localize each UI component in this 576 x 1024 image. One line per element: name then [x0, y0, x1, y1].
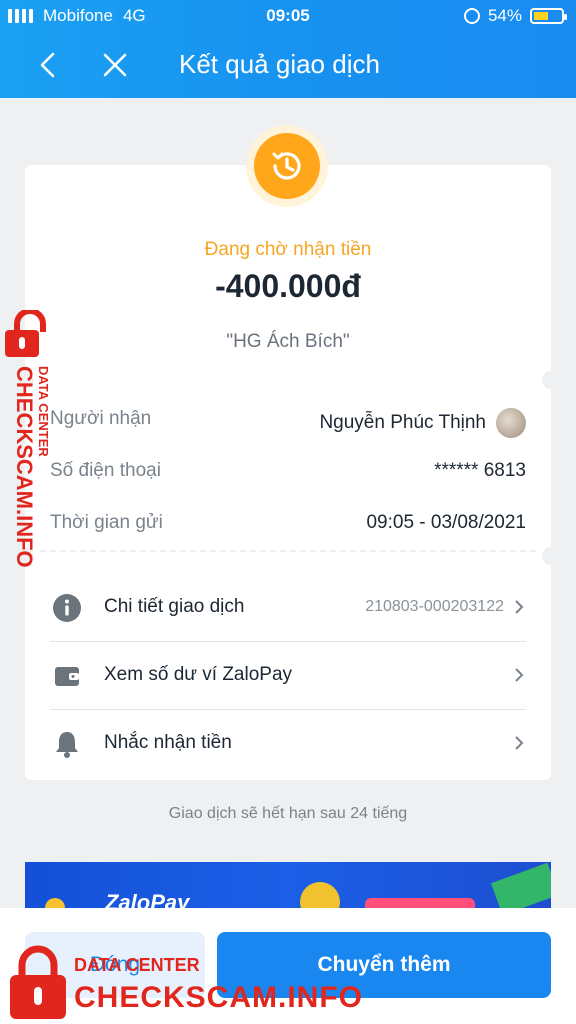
wallet-icon	[55, 667, 79, 686]
detail-label: Số điện thoại	[50, 460, 161, 481]
watermark-text: DATA CENTER	[74, 955, 200, 975]
detail-row-phone: Số điện thoại ****** 6813	[50, 460, 526, 490]
watermark-text: CHECKSCAM.INFO	[74, 981, 363, 1014]
page-title: Kết quả giao dịch	[179, 49, 380, 79]
cash-decoration	[490, 862, 551, 908]
menu-label: Xem số dư ví ZaloPay	[104, 664, 293, 685]
card-notch	[542, 547, 560, 565]
transaction-status: Đang chờ nhận tiền	[204, 239, 372, 260]
clock-history-icon	[254, 133, 320, 199]
promo-banner[interactable]: ZaloPay	[25, 862, 551, 908]
lock-icon	[5, 310, 46, 357]
menu-label: Chi tiết giao dịch	[104, 596, 245, 617]
app-header: Mobifone 4G 09:05 54% Kết quả giao dịch	[0, 0, 576, 98]
detail-value: Nguyễn Phúc Thịnh	[319, 412, 486, 433]
chevron-right-icon	[515, 668, 524, 682]
rotation-lock-icon	[463, 8, 480, 24]
dashed-divider	[40, 550, 536, 552]
chevron-right-icon	[515, 600, 524, 614]
menu-item-wallet-balance[interactable]: Xem số dư ví ZaloPay	[50, 642, 526, 708]
watermark-side: CHECKSCAM.INFO DATA CENTER	[3, 310, 65, 595]
watermark-text: DATA CENTER	[36, 366, 51, 457]
card-notch	[542, 371, 560, 389]
battery-percent: 54%	[487, 6, 522, 25]
bell-icon	[56, 732, 78, 758]
status-icon-ring	[246, 125, 328, 207]
transaction-id: 210803-000203122	[365, 598, 504, 615]
transaction-amount: -400.000đ	[215, 268, 361, 304]
info-icon	[53, 594, 81, 622]
status-bar: Mobifone 4G 09:05 54%	[0, 6, 576, 28]
detail-row-time: Thời gian gửi 09:05 - 03/08/2021	[50, 512, 526, 542]
phone-decoration	[365, 898, 475, 908]
coin-decoration	[45, 898, 65, 908]
chevron-right-icon	[515, 736, 524, 750]
watermark-text: CHECKSCAM.INFO	[12, 366, 37, 568]
detail-label: Người nhận	[50, 408, 152, 429]
menu-label: Nhắc nhận tiền	[104, 732, 232, 753]
avatar	[496, 408, 526, 438]
coin-decoration	[300, 882, 340, 908]
chevron-left-icon[interactable]	[36, 52, 60, 78]
close-icon[interactable]	[102, 52, 128, 78]
detail-value: 09:05 - 03/08/2021	[366, 512, 526, 533]
transaction-message: "HG Ách Bích"	[226, 331, 350, 352]
menu-item-transaction-details[interactable]: Chi tiết giao dịch 210803-000203122	[50, 574, 526, 640]
banner-logo: ZaloPay	[105, 890, 190, 908]
nav-bar: Kết quả giao dịch	[0, 40, 576, 90]
detail-label: Thời gian gửi	[50, 512, 163, 533]
watermark-bottom: DATA CENTER CHECKSCAM.INFO	[8, 945, 362, 1021]
menu-item-remind[interactable]: Nhắc nhận tiền	[50, 710, 526, 776]
lock-icon	[10, 945, 66, 1019]
battery-icon	[530, 8, 567, 24]
detail-row-recipient: Người nhận Nguyễn Phúc Thịnh	[50, 408, 526, 438]
detail-value: ****** 6813	[434, 460, 526, 481]
expire-note: Giao dịch sẽ hết hạn sau 24 tiếng	[168, 805, 408, 822]
